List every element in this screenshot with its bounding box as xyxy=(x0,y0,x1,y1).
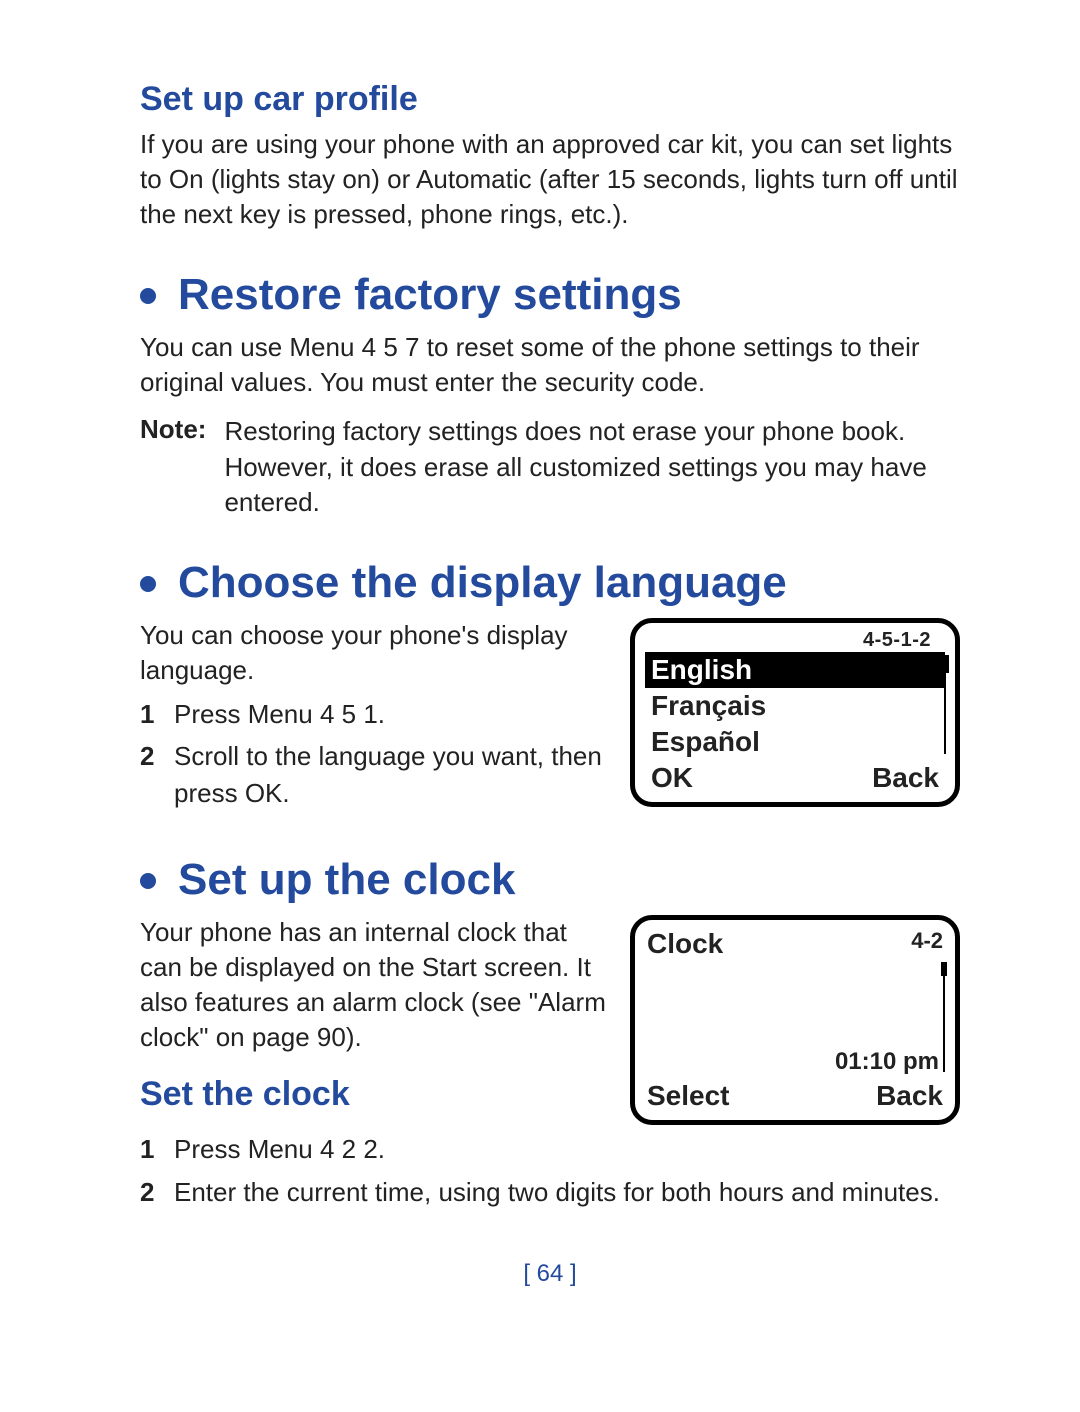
heading-clock: Set up the clock xyxy=(140,855,960,905)
lang-option-francais: Français xyxy=(645,688,945,724)
text: Press xyxy=(174,1134,248,1164)
text: (lights stay on) or xyxy=(204,164,416,194)
phone-screen-language: 4-5-1-2 English Français Español OK Back xyxy=(630,618,960,807)
section-restore: Restore factory settings You can use Men… xyxy=(140,270,960,519)
option-automatic: Automatic xyxy=(416,164,532,194)
step-1: 1 Press Menu 4 2 2. xyxy=(140,1131,960,1167)
step-2: 2 Enter the current time, using two digi… xyxy=(140,1174,960,1210)
softkey-right: Back xyxy=(876,1080,943,1112)
menu-code: 4 5 7 xyxy=(354,332,419,362)
step-number: 2 xyxy=(140,1174,158,1210)
softkey-left: Select xyxy=(647,1080,730,1112)
menu-code: 4 5 1. xyxy=(313,699,385,729)
step-1: 1 Press Menu 4 5 1. xyxy=(140,696,606,732)
menu-code: 4 2 2. xyxy=(313,1134,385,1164)
softkey-left: OK xyxy=(651,762,693,794)
step-number: 1 xyxy=(140,696,158,732)
language-steps: 1 Press Menu 4 5 1. 2 Scroll to the lang… xyxy=(140,696,606,811)
car-profile-body: If you are using your phone with an appr… xyxy=(140,127,960,232)
menu-word: Menu xyxy=(248,1134,313,1164)
scrollbar-icon xyxy=(941,655,949,754)
note-block: Note: Restoring factory settings does no… xyxy=(140,414,960,519)
scrollbar-icon xyxy=(941,962,947,1072)
menu-word: Menu xyxy=(289,332,354,362)
heading-restore: Restore factory settings xyxy=(140,270,960,320)
step-text: Scroll to the language you want, then pr… xyxy=(174,738,606,811)
text: You can use xyxy=(140,332,289,362)
lang-option-espanol: Español xyxy=(645,724,945,760)
phone-screen-clock: Clock 4-2 01:10 pm Select Back xyxy=(630,915,960,1125)
subheading-set-clock: Set the clock xyxy=(140,1075,606,1114)
lang-option-english: English xyxy=(645,652,945,688)
step-2: 2 Scroll to the language you want, then … xyxy=(140,738,606,811)
section-language: Choose the display language You can choo… xyxy=(140,558,960,817)
text: Press xyxy=(174,699,248,729)
text: Scroll to the language you want, then pr… xyxy=(174,741,602,807)
clock-steps: 1 Press Menu 4 2 2. 2 Enter the current … xyxy=(140,1131,960,1210)
menu-code-display: 4-5-1-2 xyxy=(645,629,945,652)
note-label: Note: xyxy=(140,414,206,519)
restore-body: You can use Menu 4 5 7 to reset some of … xyxy=(140,330,960,400)
section-clock: Set up the clock Your phone has an inter… xyxy=(140,855,960,1210)
softkey-right: Back xyxy=(872,762,939,794)
clock-body: Your phone has an internal clock that ca… xyxy=(140,915,606,1055)
menu-code-display: 4-2 xyxy=(911,928,943,960)
heading-car-profile: Set up car profile xyxy=(140,80,960,119)
step-text: Press Menu 4 2 2. xyxy=(174,1131,385,1167)
option-on: On xyxy=(169,164,204,194)
step-text: Enter the current time, using two digits… xyxy=(174,1174,940,1210)
clock-title: Clock xyxy=(647,928,723,960)
heading-language: Choose the display language xyxy=(140,558,960,608)
clock-time: 01:10 pm xyxy=(647,1048,943,1076)
step-number: 2 xyxy=(140,738,158,811)
step-number: 1 xyxy=(140,1131,158,1167)
ok-word: OK xyxy=(245,778,283,808)
page-number: [ 64 ] xyxy=(140,1260,960,1288)
section-car-profile: Set up car profile If you are using your… xyxy=(140,80,960,232)
step-text: Press Menu 4 5 1. xyxy=(174,696,385,732)
language-body: You can choose your phone's display lang… xyxy=(140,618,606,688)
note-body: Restoring factory settings does not eras… xyxy=(224,414,960,519)
menu-word: Menu xyxy=(248,699,313,729)
